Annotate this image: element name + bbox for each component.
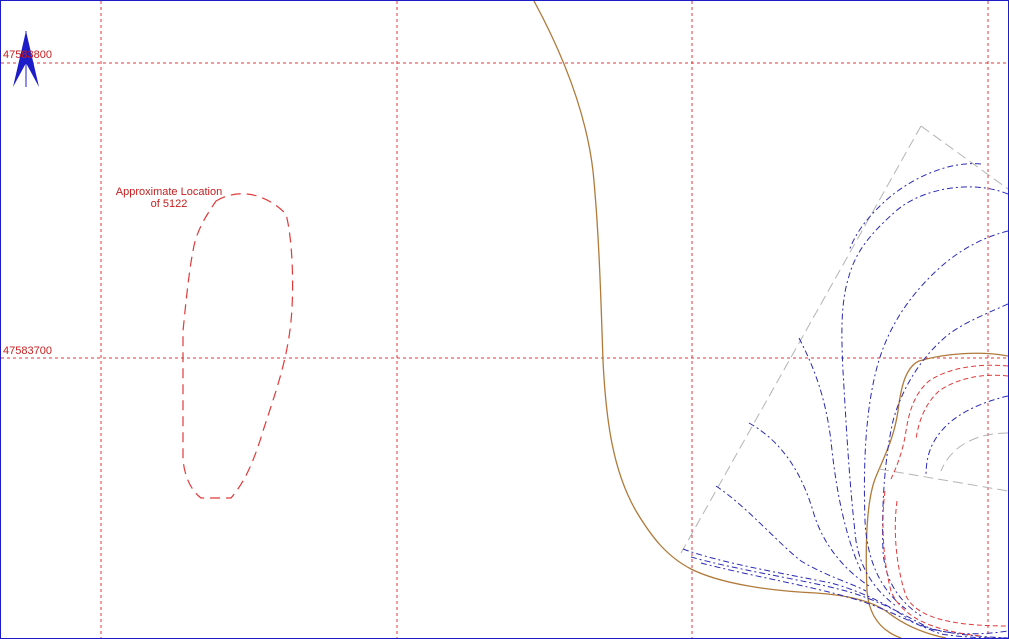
location-annotation: Approximate Location of 5122 [113, 186, 225, 210]
map-viewport[interactable]: 47583800 47583700 Approximate Location o… [0, 0, 1009, 639]
parcel-inner-curve [940, 432, 1008, 472]
parcel-edge-north [920, 125, 1008, 190]
fine-contour-line [915, 374, 1008, 440]
contour-line [925, 395, 1008, 477]
contour-lines [682, 163, 1008, 638]
contour-line [682, 548, 1008, 638]
parcel-boundary [680, 125, 1008, 554]
river-branch-line [865, 352, 1008, 638]
contour-line [690, 556, 1008, 635]
approximate-location-boundary [182, 193, 294, 499]
map-canvas [1, 1, 1008, 638]
contour-line [748, 422, 870, 587]
annotation-line-1: Approximate Location [115, 186, 223, 198]
grid-lines [1, 1, 1008, 638]
contour-line [700, 562, 1008, 638]
fine-contour-line [882, 490, 982, 637]
river-line [533, 1, 947, 638]
fine-contour-lines [882, 364, 1008, 637]
annotation-line-2: of 5122 [150, 198, 188, 210]
grid-label-northing-top: 47583800 [3, 49, 52, 61]
fine-contour-line [894, 500, 1008, 627]
parcel-inner-line [878, 468, 1008, 492]
contour-line [798, 337, 862, 572]
grid-label-northing-mid: 47583700 [3, 345, 52, 357]
contour-line [863, 230, 1008, 610]
contour-line [882, 303, 1008, 617]
parcel-edge-west [680, 125, 922, 554]
contour-line [715, 485, 867, 592]
